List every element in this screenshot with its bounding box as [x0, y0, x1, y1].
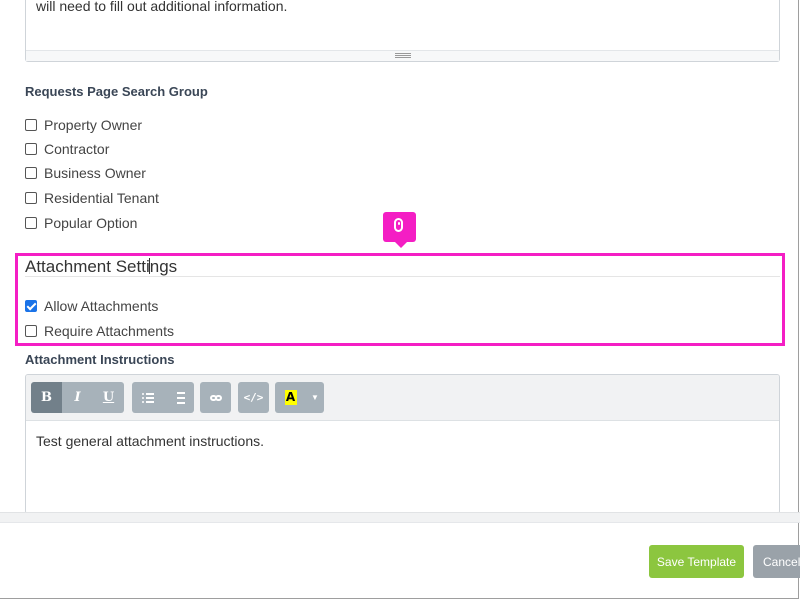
link-group — [200, 382, 231, 413]
highlight-box — [15, 253, 785, 346]
checkbox-icon[interactable] — [25, 119, 37, 131]
list-group — [132, 382, 194, 413]
bullet-list-button[interactable] — [132, 382, 163, 413]
footer-divider — [0, 522, 800, 523]
format-group: B I U — [31, 382, 124, 413]
underline-button[interactable]: U — [93, 382, 124, 413]
checkbox-icon[interactable] — [25, 192, 37, 204]
checkbox-popular-option[interactable]: Popular Option — [25, 215, 137, 231]
color-group: A ▼ — [275, 382, 324, 413]
checkbox-residential-tenant[interactable]: Residential Tenant — [25, 190, 159, 206]
code-view-button[interactable]: </> — [238, 382, 269, 413]
checkbox-label: Contractor — [44, 141, 110, 157]
description-text: will need to fill out additional informa… — [36, 0, 288, 14]
highlight-color-button[interactable]: A — [275, 382, 306, 413]
checkbox-label: Residential Tenant — [44, 190, 159, 206]
editor-toolbar: B I U </> A ▼ — [26, 375, 779, 421]
editor-content[interactable]: Test general attachment instructions. — [26, 421, 779, 461]
attachment-instructions-editor[interactable]: B I U </> A ▼ Test general attachment in… — [25, 374, 780, 514]
checkbox-contractor[interactable]: Contractor — [25, 141, 109, 157]
checkbox-label: Business Owner — [44, 165, 146, 181]
link-button[interactable] — [200, 382, 231, 413]
color-dropdown-button[interactable]: ▼ — [306, 382, 324, 413]
grip-icon[interactable] — [394, 53, 411, 58]
code-group: </> — [238, 382, 269, 413]
save-template-button[interactable]: Save Template — [649, 545, 744, 578]
link-icon — [209, 394, 222, 401]
resize-handle[interactable] — [26, 50, 779, 61]
highlight-icon: A — [284, 390, 297, 405]
click-marker — [383, 212, 416, 248]
search-group-label: Requests Page Search Group — [25, 84, 208, 99]
checkbox-icon[interactable] — [25, 143, 37, 155]
bullet-list-icon — [141, 392, 154, 403]
checkbox-icon[interactable] — [25, 167, 37, 179]
numbered-list-button[interactable] — [163, 382, 194, 413]
bold-button[interactable]: B — [31, 382, 62, 413]
checkbox-business-owner[interactable]: Business Owner — [25, 165, 146, 181]
checkbox-label: Popular Option — [44, 215, 138, 231]
checkbox-label: Property Owner — [44, 117, 143, 133]
description-editor[interactable]: will need to fill out additional informa… — [25, 0, 780, 62]
cancel-button[interactable]: Cancel — [753, 545, 800, 578]
attachment-instructions-label: Attachment Instructions — [25, 352, 175, 367]
italic-button[interactable]: I — [62, 382, 93, 413]
checkbox-icon[interactable] — [25, 217, 37, 229]
checkbox-property-owner[interactable]: Property Owner — [25, 117, 142, 133]
mouse-icon — [394, 218, 403, 232]
numbered-list-icon — [172, 391, 185, 404]
